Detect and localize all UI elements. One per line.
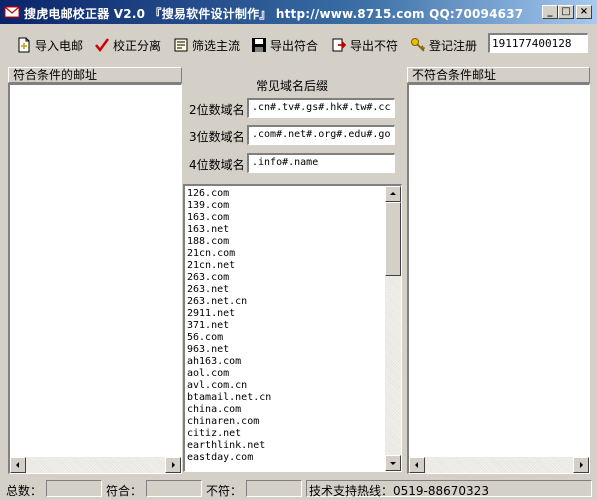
correct-separate-label: 校正分离 [113, 38, 162, 53]
domain-vscrollbar[interactable] [385, 186, 401, 471]
domain-list-item[interactable]: 163.com [187, 212, 385, 224]
filter-mainstream-button[interactable]: 筛选主流 [173, 34, 240, 56]
domain-list-item[interactable]: ah163.com [187, 356, 385, 368]
nonmatching-emails-list[interactable] [407, 83, 590, 474]
domain-suffix-title: 常见域名后缀 [255, 79, 328, 93]
mainstream-domain-list[interactable]: 126.com 139.com 163.com 163.net 188.com 21cn.… [183, 184, 402, 472]
import-emails-button[interactable]: 导入电邮 [16, 34, 83, 56]
four-letter-domain-input[interactable]: .info#.name [247, 153, 395, 173]
scroll-up-icon[interactable] [385, 186, 401, 202]
register-label: 登记注册 [429, 38, 478, 53]
scroll-right-icon[interactable] [573, 457, 589, 473]
export-matching-label: 导出符合 [270, 38, 319, 53]
scroll-down-icon[interactable] [385, 455, 401, 471]
import-emails-label: 导入电邮 [35, 38, 84, 53]
floppy-disk-icon [252, 38, 266, 52]
two-letter-domain-input[interactable]: .cn#.tv#.gs#.hk#.tw#.cc [247, 98, 395, 118]
export-matching-button[interactable]: 导出符合 [251, 34, 318, 56]
domain-list-item[interactable]: 263.net [187, 284, 385, 296]
domain-list-item[interactable]: 21cn.net [187, 260, 385, 272]
nonmatching-hscrollbar[interactable] [409, 457, 589, 473]
domain-list-item[interactable]: 163.net [187, 224, 385, 236]
domain-list-item[interactable]: 263.net.cn [187, 296, 385, 308]
import-icon [18, 37, 30, 53]
domain-list-item[interactable]: 371.net [187, 320, 385, 332]
window-title: 搜虎电邮校正器 V2.0 『搜易软件设计制作』 http://www.8715.… [24, 7, 524, 21]
close-button[interactable]: × [576, 5, 592, 19]
export-nonmatching-label: 导出不符 [350, 38, 399, 53]
register-button[interactable]: 登记注册 [410, 34, 477, 56]
domain-list-item[interactable]: citiz.net [187, 428, 385, 440]
matching-emails-header: 符合条件的邮址 [8, 67, 182, 83]
domain-list-item[interactable]: 21cn.com [187, 248, 385, 260]
domain-list-item[interactable]: aol.com [187, 368, 385, 380]
minimize-button[interactable]: _ [542, 5, 558, 19]
domain-list-item[interactable]: btamail.net.cn [187, 392, 385, 404]
filter-mainstream-label: 筛选主流 [192, 38, 241, 53]
matching-emails-list[interactable] [8, 83, 182, 474]
mismatch-count-label: 不符： [206, 484, 243, 498]
domain-suffix-group: 常见域名后缀 2位数域名 .cn#.tv#.gs#.hk#.tw#.cc 3位数… [183, 67, 401, 183]
checkmark-icon [95, 38, 110, 53]
domain-list-item[interactable]: earthlink.net [187, 440, 385, 452]
export-icon [332, 38, 347, 52]
status-bar: 总数： 符合： 不符： 技术支持热线：0519-88670323 [0, 478, 597, 500]
four-letter-domain-label: 4位数域名 [189, 158, 245, 172]
scroll-thumb[interactable] [385, 202, 401, 276]
scroll-left-icon[interactable] [10, 457, 26, 473]
key-icon [411, 38, 426, 52]
nonmatching-emails-header: 不符合条件邮址 [407, 67, 590, 83]
mismatch-count-field [246, 480, 302, 497]
domain-list-item[interactable]: eastday.com [187, 452, 385, 464]
domain-list-item[interactable]: china.com [187, 404, 385, 416]
domain-list-item[interactable]: 139.com [187, 200, 385, 212]
domain-list-item[interactable]: chinaren.com [187, 416, 385, 428]
match-count-field [146, 480, 202, 497]
correct-separate-button[interactable]: 校正分离 [94, 34, 161, 56]
domain-list-item[interactable]: 2911.net [187, 308, 385, 320]
support-hotline-field: 技术支持热线：0519-88670323 [306, 480, 592, 498]
scroll-left-icon[interactable] [409, 457, 425, 473]
export-nonmatching-button[interactable]: 导出不符 [331, 34, 398, 56]
domain-list-item[interactable]: 126.com [187, 188, 385, 200]
domain-items: 126.com 139.com 163.com 163.net 188.com 21cn.… [187, 188, 385, 472]
match-count-label: 符合： [106, 484, 143, 498]
two-letter-domain-label: 2位数域名 [189, 103, 245, 117]
registration-code-input[interactable]: 191177400128 [488, 33, 588, 53]
matching-hscrollbar[interactable] [10, 457, 181, 473]
filter-icon [174, 38, 188, 52]
domain-list-item[interactable]: 188.com [187, 236, 385, 248]
three-letter-domain-label: 3位数域名 [189, 130, 245, 144]
maximize-button[interactable]: □ [558, 5, 574, 19]
total-count-label: 总数： [6, 484, 43, 498]
domain-list-item[interactable]: 263.com [187, 272, 385, 284]
domain-list-item[interactable]: 963.net [187, 344, 385, 356]
scroll-right-icon[interactable] [165, 457, 181, 473]
three-letter-domain-input[interactable]: .com#.net#.org#.edu#.go [247, 125, 395, 145]
domain-list-item[interactable]: avl.com.cn [187, 380, 385, 392]
app-icon [4, 6, 20, 18]
title-bar[interactable]: 搜虎电邮校正器 V2.0 『搜易软件设计制作』 http://www.8715.… [0, 0, 597, 24]
total-count-field [46, 480, 102, 497]
support-hotline-text: 技术支持热线：0519-88670323 [309, 484, 489, 498]
domain-list-item[interactable]: 56.com [187, 332, 385, 344]
